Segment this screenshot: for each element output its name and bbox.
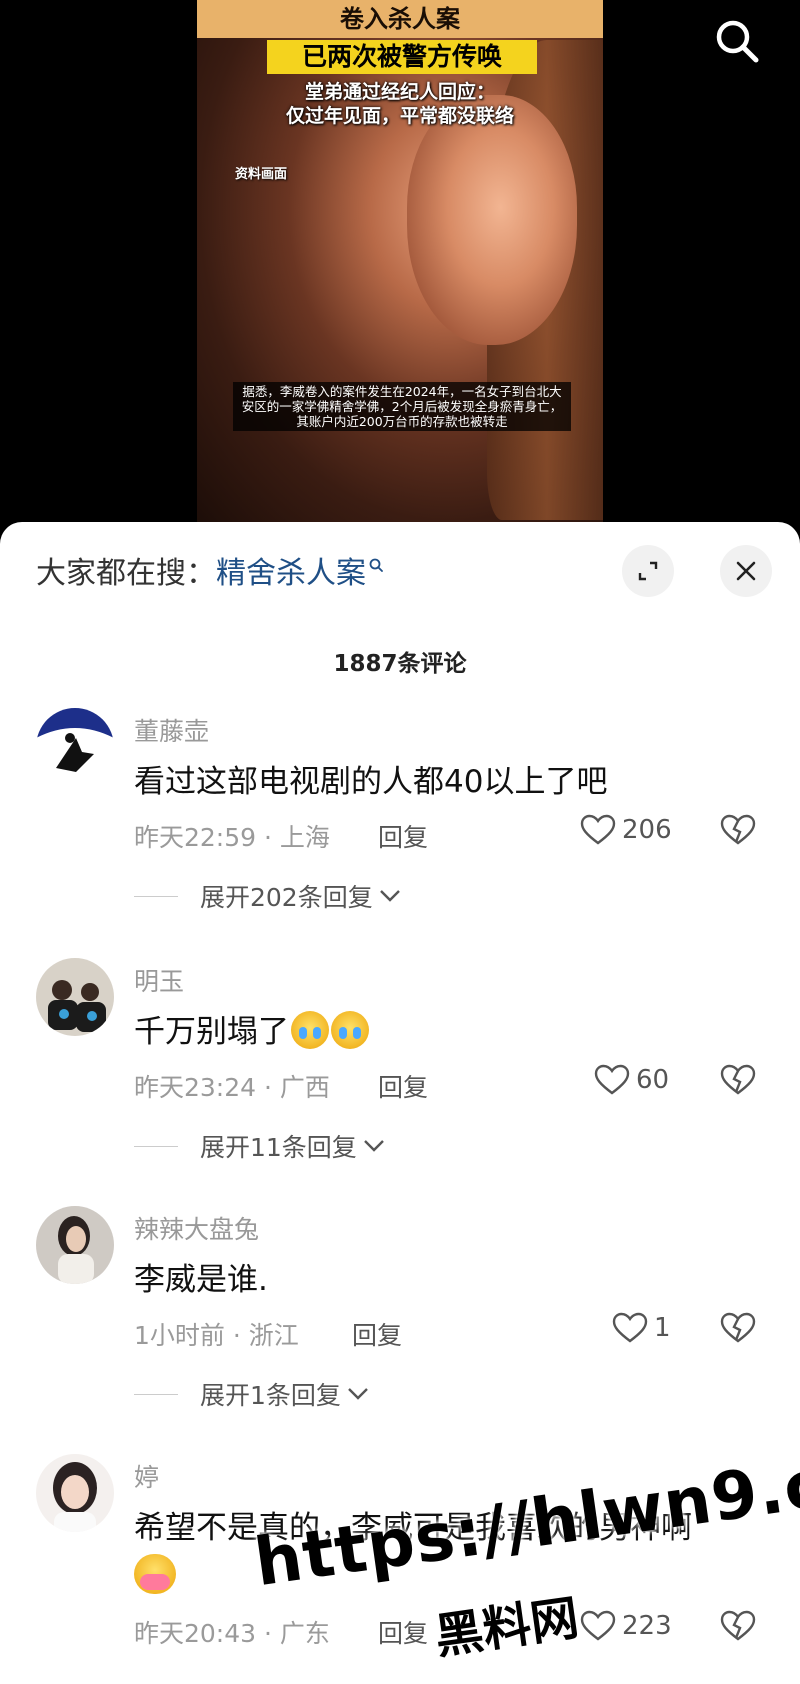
avatar[interactable] bbox=[36, 1206, 114, 1284]
comment-text: 看过这部电视剧的人都40以上了吧 bbox=[134, 764, 608, 800]
like-count: 223 bbox=[622, 1611, 672, 1641]
divider-line bbox=[134, 895, 178, 897]
video-figure-face bbox=[407, 95, 577, 345]
like-count: 60 bbox=[636, 1065, 670, 1095]
video-top-banner: 卷入杀人案 bbox=[197, 0, 603, 38]
dislike-button[interactable] bbox=[720, 1312, 756, 1348]
chevron-down-icon bbox=[379, 890, 400, 902]
like-button[interactable]: 206 bbox=[580, 814, 672, 846]
avatar[interactable] bbox=[36, 1454, 114, 1532]
chevron-down-icon bbox=[348, 1388, 368, 1400]
comment-text-row: 千万别塌了 bbox=[134, 1010, 774, 1054]
like-count: 1 bbox=[654, 1313, 671, 1343]
video-headline: 已两次被警方传唤 bbox=[267, 40, 537, 74]
hugging-face-icon bbox=[134, 1554, 176, 1594]
expand-replies-label: 展开11条回复 bbox=[200, 1133, 357, 1162]
chevron-down-icon bbox=[363, 1140, 384, 1152]
trending-search[interactable]: 大家都在搜： 精舍杀人案 bbox=[36, 552, 384, 591]
close-icon bbox=[736, 561, 756, 581]
broken-heart-icon bbox=[720, 1312, 756, 1343]
video-frame[interactable]: 卷入杀人案 已两次被警方传唤 堂弟通过经纪人回应： 仅过年见面，平常都没联络 资… bbox=[197, 0, 603, 525]
video-subline-1: 堂弟通过经纪人回应： bbox=[304, 81, 495, 103]
video-player[interactable]: 卷入杀人案 已两次被警方传唤 堂弟通过经纪人回应： 仅过年见面，平常都没联络 资… bbox=[0, 0, 800, 560]
expand-replies-button[interactable]: 展开11条回复 bbox=[134, 1128, 385, 1164]
expand-icon bbox=[638, 561, 658, 581]
broken-heart-icon bbox=[720, 814, 756, 845]
divider-line bbox=[134, 1145, 178, 1147]
avatar[interactable] bbox=[36, 708, 114, 786]
like-button[interactable]: 1 bbox=[612, 1312, 671, 1344]
avatar[interactable] bbox=[36, 958, 114, 1036]
comment-meta: 昨天23:24 · 广西 bbox=[134, 1073, 330, 1102]
like-button[interactable]: 223 bbox=[580, 1610, 672, 1642]
reply-button[interactable]: 回复 bbox=[378, 1068, 428, 1104]
expand-replies-button[interactable]: 展开1条回复 bbox=[134, 1376, 369, 1412]
reply-button[interactable]: 回复 bbox=[352, 1316, 402, 1352]
divider-line bbox=[134, 1393, 178, 1395]
comment-author[interactable]: 辣辣大盘兔 bbox=[134, 1210, 259, 1246]
comment-count: 1887条评论 bbox=[333, 651, 467, 677]
comment-meta: 昨天22:59 · 上海 bbox=[134, 823, 330, 852]
comment-item: 辣辣大盘兔 李威是谁. 1小时前 · 浙江 回复 1 展开1条回复 bbox=[0, 1206, 800, 1446]
comment-text: 千万别塌了 bbox=[134, 1014, 289, 1050]
comment-meta: 昨天20:43 · 广东 bbox=[134, 1619, 330, 1648]
dislike-button[interactable] bbox=[720, 1610, 756, 1646]
search-small-icon bbox=[369, 558, 383, 572]
reply-button[interactable]: 回复 bbox=[378, 818, 428, 854]
video-subline-2: 仅过年见面，平常都没联络 bbox=[285, 105, 514, 127]
dislike-button[interactable] bbox=[720, 1064, 756, 1100]
expand-replies-label: 展开202条回复 bbox=[200, 883, 373, 912]
like-button[interactable]: 60 bbox=[594, 1064, 669, 1096]
broken-heart-icon bbox=[720, 1610, 756, 1641]
dislike-button[interactable] bbox=[720, 814, 756, 850]
comment-item: 明玉 千万别塌了 昨天23:24 · 广西 回复 60 展开11条回复 bbox=[0, 958, 800, 1198]
crying-face-icon bbox=[291, 1011, 329, 1049]
trending-search-prefix: 大家都在搜： bbox=[36, 556, 216, 591]
comment-text: 李威是谁. bbox=[134, 1262, 268, 1298]
comment-item: 董藤壶 看过这部电视剧的人都40以上了吧 昨天22:59 · 上海 回复 206… bbox=[0, 708, 800, 948]
video-subline: 堂弟通过经纪人回应： 仅过年见面，平常都没联络 bbox=[197, 80, 603, 128]
heart-icon bbox=[594, 1064, 630, 1095]
expand-replies-button[interactable]: 展开202条回复 bbox=[134, 878, 401, 914]
like-count: 206 bbox=[622, 815, 672, 845]
trending-search-keyword[interactable]: 精舍杀人案 bbox=[216, 548, 366, 592]
heart-icon bbox=[580, 1610, 616, 1641]
comment-author[interactable]: 婷 bbox=[134, 1458, 159, 1494]
close-sheet-button[interactable] bbox=[720, 545, 772, 597]
comment-author[interactable]: 董藤壶 bbox=[134, 712, 209, 748]
heart-icon bbox=[612, 1312, 648, 1343]
comment-author[interactable]: 明玉 bbox=[134, 962, 184, 998]
expand-sheet-button[interactable] bbox=[622, 545, 674, 597]
search-icon[interactable] bbox=[712, 16, 762, 66]
video-source-tag: 资料画面 bbox=[235, 167, 288, 182]
broken-heart-icon bbox=[720, 1064, 756, 1095]
heart-icon bbox=[580, 814, 616, 845]
crying-face-icon bbox=[331, 1011, 369, 1049]
expand-replies-label: 展开1条回复 bbox=[200, 1381, 341, 1410]
comment-meta: 1小时前 · 浙江 bbox=[134, 1321, 299, 1350]
reply-button[interactable]: 回复 bbox=[378, 1614, 428, 1650]
video-caption: 据悉，李威卷入的案件发生在2024年，一名女子到台北大安区的一家学佛精舍学佛，2… bbox=[233, 382, 571, 431]
